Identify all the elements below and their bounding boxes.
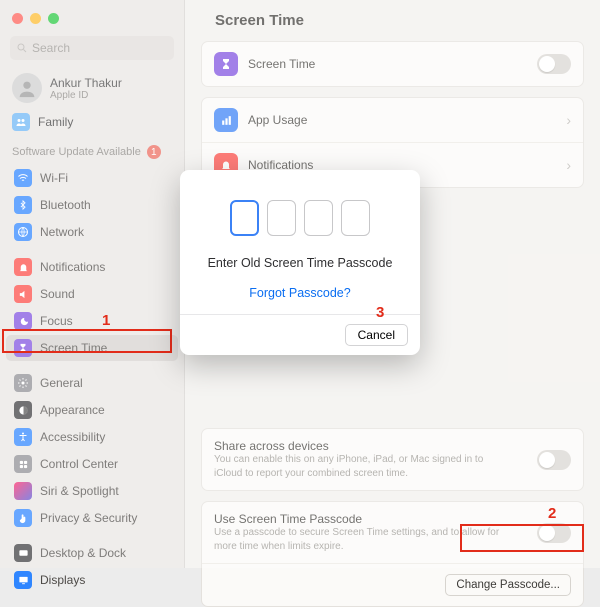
passcode-modal: Enter Old Screen Time Passcode Forgot Pa…	[180, 170, 420, 355]
sidebar-item-label: Displays	[40, 573, 85, 587]
annotation-number-1: 1	[102, 312, 110, 329]
cancel-button[interactable]: Cancel	[345, 324, 408, 346]
annotation-number-3: 3	[376, 304, 384, 321]
passcode-input[interactable]	[230, 200, 370, 236]
modal-backdrop: Enter Old Screen Time Passcode Forgot Pa…	[0, 0, 600, 568]
passcode-digit-1[interactable]	[230, 200, 259, 236]
displays-icon	[14, 571, 32, 589]
change-passcode-row: Change Passcode...	[202, 563, 583, 606]
passcode-digit-4[interactable]	[341, 200, 370, 236]
passcode-digit-2[interactable]	[267, 200, 296, 236]
passcode-digit-3[interactable]	[304, 200, 333, 236]
modal-message: Enter Old Screen Time Passcode	[208, 256, 393, 270]
change-passcode-button[interactable]: Change Passcode...	[445, 574, 571, 596]
sidebar-item-displays[interactable]: Displays	[6, 567, 178, 593]
annotation-number-2: 2	[548, 505, 556, 522]
forgot-passcode-link[interactable]: Forgot Passcode?	[249, 286, 350, 300]
